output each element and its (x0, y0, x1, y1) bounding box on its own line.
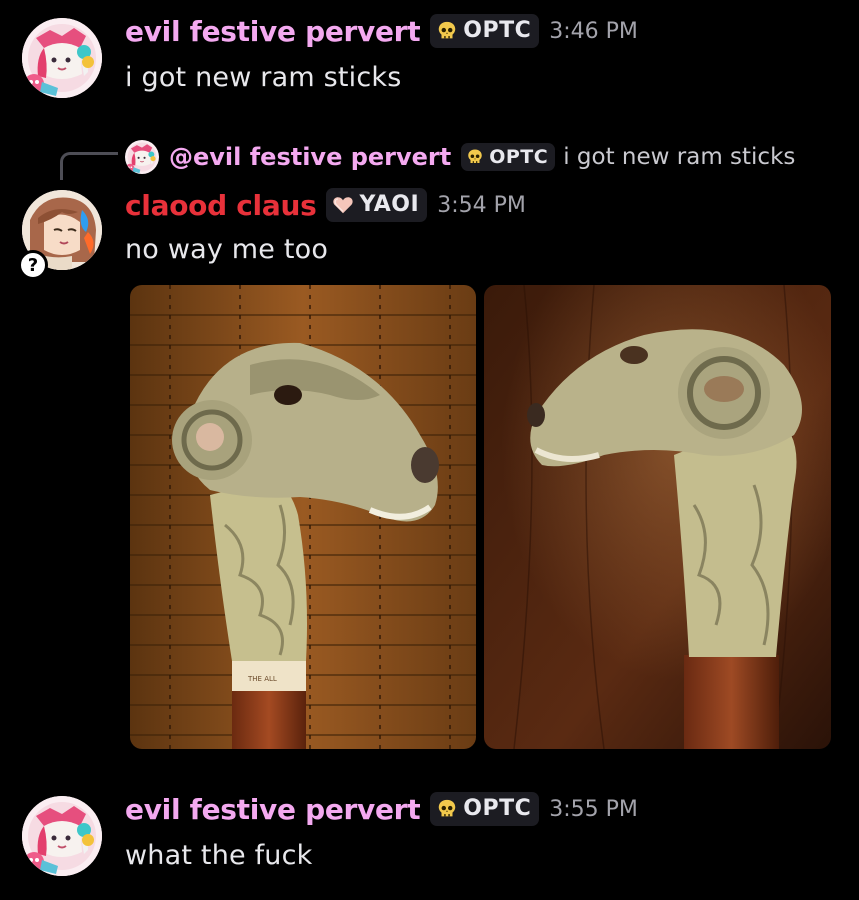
image-attachment[interactable]: THE ALL (130, 285, 476, 749)
reply-clan-tag-label: OPTC (489, 146, 549, 168)
timestamp: 3:54 PM (437, 192, 526, 218)
username[interactable]: claood claus (125, 189, 317, 222)
skull-icon (436, 20, 458, 42)
user-avatar[interactable] (22, 18, 102, 98)
clan-tag[interactable]: OPTC (430, 792, 540, 826)
ram-cane-photo-1: THE ALL (130, 285, 476, 749)
reply-text: i got new ram sticks (563, 144, 796, 170)
message-header: claood claus YAOI 3:54 PM (125, 188, 526, 222)
message-text: no way me too (125, 234, 329, 265)
reply-connector (60, 152, 118, 180)
question-badge-icon: ? (18, 250, 48, 280)
reply-clan-tag: OPTC (461, 143, 556, 171)
message-1: evil festive pervert OPTC 3:46 PM i got … (0, 0, 859, 120)
timestamp: 3:55 PM (549, 796, 638, 822)
reply-avatar (125, 140, 159, 174)
message-header: evil festive pervert OPTC 3:55 PM (125, 792, 638, 826)
clan-tag[interactable]: YAOI (326, 188, 428, 222)
clan-tag-label: YAOI (359, 192, 420, 217)
ram-cane-photo-2 (484, 285, 831, 749)
message-text: what the fuck (125, 840, 313, 871)
heart-icon (332, 194, 354, 216)
message-header: evil festive pervert OPTC 3:46 PM (125, 14, 638, 48)
clan-tag[interactable]: OPTC (430, 14, 540, 48)
clan-tag-label: OPTC (463, 18, 532, 43)
skull-icon (466, 148, 484, 166)
message-3: evil festive pervert OPTC 3:55 PM what t… (0, 780, 859, 900)
image-attachment[interactable] (484, 285, 831, 749)
reply-preview[interactable]: @evil festive pervert OPTC i got new ram… (125, 140, 795, 174)
message-text: i got new ram sticks (125, 62, 402, 93)
skull-icon (436, 798, 458, 820)
username[interactable]: evil festive pervert (125, 793, 421, 826)
username[interactable]: evil festive pervert (125, 15, 421, 48)
timestamp: 3:46 PM (549, 18, 638, 44)
cane-label-text: THE ALL (247, 675, 277, 683)
reply-username[interactable]: @evil festive pervert (169, 143, 451, 171)
user-avatar[interactable] (22, 796, 102, 876)
clan-tag-label: OPTC (463, 796, 532, 821)
